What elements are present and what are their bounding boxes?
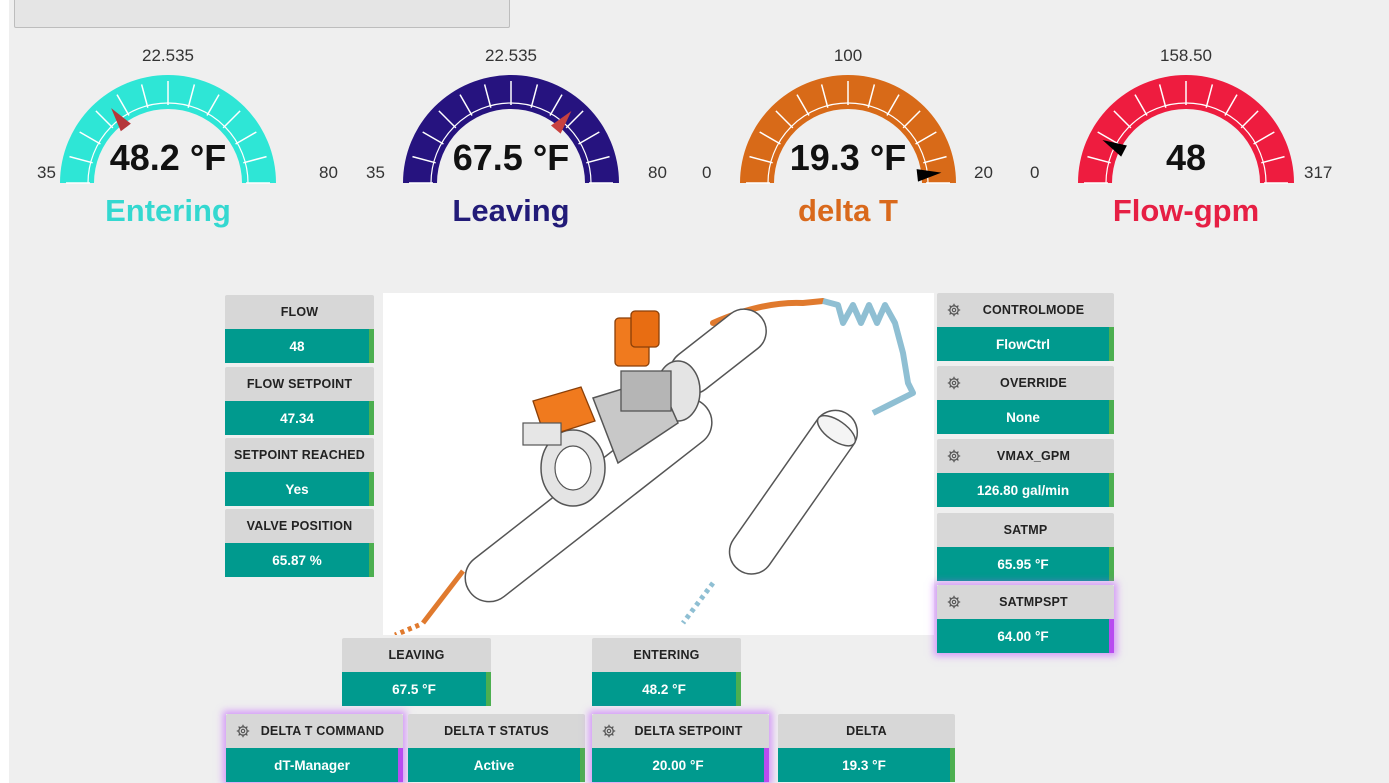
entering-point[interactable]: ENTERING 48.2 °F	[592, 638, 741, 706]
point-label: VMAX_GPM	[937, 439, 1114, 473]
point-label: FLOW	[225, 295, 374, 329]
point-label: FLOW SETPOINT	[225, 367, 374, 401]
point-label-text: CONTROLMODE	[982, 303, 1085, 317]
hot-return-line	[421, 569, 465, 625]
gauge-leaving: 22.535 35 80 67.5 °F Leaving	[351, 40, 671, 240]
vmax-gpm-point[interactable]: VMAX_GPM 126.80 gal/min	[937, 439, 1114, 507]
gear-icon[interactable]	[602, 724, 616, 738]
point-value[interactable]: 126.80 gal/min	[937, 473, 1114, 507]
point-label: ENTERING	[592, 638, 741, 672]
gauge-title: delta T	[798, 193, 898, 228]
gauge-value: 19.3 °F	[789, 137, 907, 178]
valve-position-point[interactable]: VALVE POSITION 65.87 %	[225, 509, 374, 577]
gear-icon[interactable]	[947, 449, 961, 463]
point-value[interactable]: 47.34	[225, 401, 374, 435]
point-value[interactable]: 65.95 °F	[937, 547, 1114, 581]
point-label: DELTA	[778, 714, 955, 748]
cold-pipe	[728, 409, 859, 575]
point-value[interactable]: 19.3 °F	[778, 748, 955, 782]
valve-pipe-diagram	[383, 293, 934, 638]
leaving-point[interactable]: LEAVING 67.5 °F	[342, 638, 491, 706]
point-label: SATMPSPT	[937, 585, 1114, 619]
point-label-text: DELTA SETPOINT	[634, 724, 743, 738]
gauge-title: Entering	[105, 193, 231, 228]
gauge-title: Flow-gpm	[1112, 193, 1260, 228]
delta-t-status-point[interactable]: DELTA T STATUS Active	[408, 714, 585, 782]
controlmode-point[interactable]: CONTROLMODE FlowCtrl	[937, 293, 1114, 361]
point-value[interactable]: FlowCtrl	[937, 327, 1114, 361]
point-label: DELTA T STATUS	[408, 714, 585, 748]
point-value[interactable]: Yes	[225, 472, 374, 506]
delta-setpoint-point[interactable]: DELTA SETPOINT 20.00 °F	[592, 714, 769, 782]
point-value[interactable]: 65.87 %	[225, 543, 374, 577]
gear-icon[interactable]	[947, 376, 961, 390]
flow-point[interactable]: FLOW 48	[225, 295, 374, 363]
delta-t-command-point[interactable]: DELTA T COMMAND dT-Manager	[226, 714, 403, 782]
gauge-value: 48.2 °F	[109, 137, 227, 178]
toolbar-strip[interactable]	[14, 0, 510, 28]
point-label-text: DELTA T COMMAND	[260, 724, 385, 738]
gear-icon[interactable]	[236, 724, 250, 738]
point-label: SATMP	[937, 513, 1114, 547]
gauge-max-label: 22.535	[142, 46, 194, 65]
gauge-delta-t: 100 0 20 19.3 °F delta T	[688, 40, 1008, 240]
gauge-max-label: 158.50	[1160, 46, 1212, 65]
point-value[interactable]: 48	[225, 329, 374, 363]
coil-line	[822, 298, 916, 416]
actuator-upper	[614, 310, 660, 367]
point-label: VALVE POSITION	[225, 509, 374, 543]
point-label: DELTA SETPOINT	[592, 714, 769, 748]
point-label-text: OVERRIDE	[1000, 376, 1067, 390]
point-value[interactable]: dT-Manager	[226, 748, 403, 782]
flow-setpoint-point[interactable]: FLOW SETPOINT 47.34	[225, 367, 374, 435]
point-label-text: SATMPSPT	[999, 595, 1068, 609]
override-point[interactable]: OVERRIDE None	[937, 366, 1114, 434]
point-label: LEAVING	[342, 638, 491, 672]
gauge-title: Leaving	[452, 193, 570, 228]
delta-point[interactable]: DELTA 19.3 °F	[778, 714, 955, 782]
gauge-value: 67.5 °F	[452, 137, 570, 178]
point-label: CONTROLMODE	[937, 293, 1114, 327]
point-value[interactable]: 64.00 °F	[937, 619, 1114, 653]
point-label: OVERRIDE	[937, 366, 1114, 400]
point-label: DELTA T COMMAND	[226, 714, 403, 748]
setpoint-reached-point[interactable]: SETPOINT REACHED Yes	[225, 438, 374, 506]
point-value[interactable]: 48.2 °F	[592, 672, 741, 706]
satmpspt-point[interactable]: SATMPSPT 64.00 °F	[937, 585, 1114, 653]
gauge-max-label: 22.535	[485, 46, 537, 65]
gauge-value: 48	[1165, 137, 1207, 178]
point-value[interactable]: 20.00 °F	[592, 748, 769, 782]
point-value[interactable]: 67.5 °F	[342, 672, 491, 706]
point-label: SETPOINT REACHED	[225, 438, 374, 472]
point-value[interactable]: Active	[408, 748, 585, 782]
gauge-entering: 22.535 35 80 48.2 °F Entering	[8, 40, 338, 240]
point-value[interactable]: None	[937, 400, 1114, 434]
gear-icon[interactable]	[947, 595, 961, 609]
point-label-text: VMAX_GPM	[996, 449, 1071, 463]
valve-illustration	[394, 298, 916, 638]
gauge-max-label: 100	[833, 46, 863, 65]
satmp-point[interactable]: SATMP 65.95 °F	[937, 513, 1114, 581]
gear-icon[interactable]	[947, 303, 961, 317]
cold-return-line	[681, 581, 715, 625]
gauge-flow-gpm: 158.50 0 317 48 Flow-gpm	[1026, 40, 1346, 240]
